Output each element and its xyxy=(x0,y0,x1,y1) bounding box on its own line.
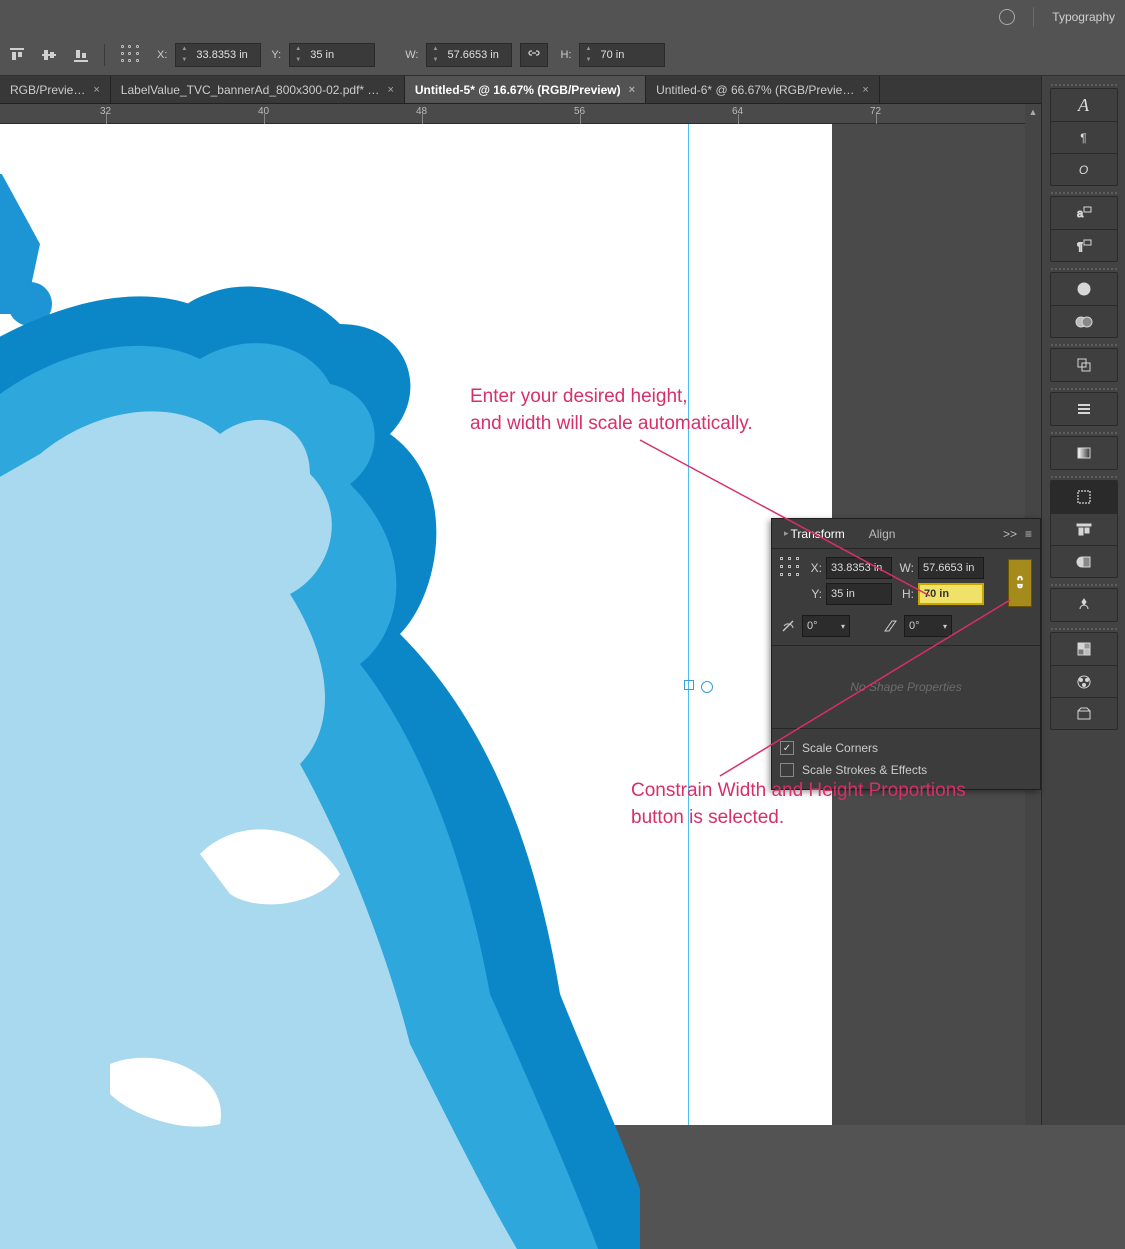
transform-tab[interactable]: ▸Transform xyxy=(772,519,857,548)
character-panel-icon[interactable]: A xyxy=(1051,89,1117,121)
rotate-input[interactable]: 0°▾ xyxy=(802,615,850,637)
shear-input[interactable]: 0°▾ xyxy=(904,615,952,637)
appearance-panel-icon[interactable] xyxy=(1051,273,1117,305)
rotate-icon xyxy=(780,618,796,634)
reference-point-selector[interactable] xyxy=(121,45,141,65)
shear-icon xyxy=(882,618,898,634)
close-icon[interactable]: × xyxy=(93,84,99,96)
align-top-icon[interactable] xyxy=(4,42,30,68)
help-bulb-icon[interactable] xyxy=(999,9,1015,25)
pathfinder-panel-icon[interactable] xyxy=(1051,545,1117,577)
artboard xyxy=(0,124,832,1125)
characterstyles-panel-icon[interactable]: a xyxy=(1051,197,1117,229)
no-shape-properties-label: No Shape Properties xyxy=(780,654,1032,720)
vertical-guide[interactable] xyxy=(688,124,689,1125)
panel-width-input[interactable] xyxy=(918,557,984,579)
constrain-proportions-icon[interactable] xyxy=(1008,559,1032,607)
document-tab-active[interactable]: Untitled-5* @ 16.67% (RGB/Preview)× xyxy=(405,76,646,103)
height-input[interactable]: ▲▼ xyxy=(579,43,665,67)
svg-text:a: a xyxy=(1077,208,1084,220)
align-bottom-icon[interactable] xyxy=(68,42,94,68)
paragraphstyles-panel-icon[interactable]: ¶ xyxy=(1051,229,1117,261)
svg-text:¶: ¶ xyxy=(1077,241,1083,253)
panel-expand-icon[interactable]: >> xyxy=(1003,527,1017,541)
graphicstyles-panel-icon[interactable] xyxy=(1051,305,1117,337)
document-tab[interactable]: LabelValue_TVC_bannerAd_800x300-02.pdf* … xyxy=(111,76,405,103)
document-tab[interactable]: RGB/Previe…× xyxy=(0,76,111,103)
transform-panel-icon[interactable] xyxy=(1051,481,1117,513)
x-position-input[interactable]: ▲▼ xyxy=(175,43,261,67)
layers-panel-icon[interactable] xyxy=(1051,633,1117,665)
close-icon[interactable]: × xyxy=(862,84,868,96)
paragraph-panel-icon[interactable]: ¶ xyxy=(1051,121,1117,153)
y-label: Y: xyxy=(271,49,281,61)
document-tab-bar: RGB/Previe…× LabelValue_TVC_bannerAd_800… xyxy=(0,76,1041,104)
align-middle-icon[interactable] xyxy=(36,42,62,68)
link-wh-icon[interactable] xyxy=(520,43,548,67)
panel-menu-icon[interactable]: ≡ xyxy=(1025,527,1032,541)
align-tab[interactable]: Align xyxy=(857,519,908,548)
libraries-panel-icon[interactable] xyxy=(1051,697,1117,729)
stroke-panel-icon[interactable] xyxy=(1051,393,1117,425)
close-icon[interactable]: × xyxy=(629,84,635,96)
panel-x-input[interactable] xyxy=(826,557,892,579)
workspace-dropdown[interactable]: Typography xyxy=(1052,10,1115,24)
swatches-panel-icon[interactable] xyxy=(1051,665,1117,697)
x-label: X: xyxy=(157,49,167,61)
panel-height-input[interactable] xyxy=(918,583,984,605)
selection-handle[interactable] xyxy=(684,680,694,690)
gradient-panel-icon[interactable] xyxy=(1051,437,1117,469)
w-label: W: xyxy=(405,49,418,61)
close-icon[interactable]: × xyxy=(387,84,393,96)
transform-panel[interactable]: ▸Transform Align >>≡ X: W: Y: H: xyxy=(771,518,1041,790)
artwork-bear xyxy=(0,174,640,1249)
scroll-up-icon[interactable]: ▲ xyxy=(1025,104,1041,120)
reference-point-selector[interactable] xyxy=(780,557,802,579)
symbols-panel-icon[interactable] xyxy=(1051,589,1117,621)
artboards-panel-icon[interactable] xyxy=(1051,349,1117,381)
control-bar: X: ▲▼ Y: ▲▼ W: ▲▼ H: ▲▼ xyxy=(0,34,1125,76)
document-tab[interactable]: Untitled-6* @ 66.67% (RGB/Previe…× xyxy=(646,76,880,103)
align-panel-icon[interactable] xyxy=(1051,513,1117,545)
scale-corners-checkbox[interactable]: ✓Scale Corners xyxy=(780,737,1032,759)
horizontal-ruler[interactable]: 32 40 48 56 64 72 xyxy=(0,104,1041,124)
y-position-input[interactable]: ▲▼ xyxy=(289,43,375,67)
app-menubar: Typography xyxy=(0,0,1125,34)
width-input[interactable]: ▲▼ xyxy=(426,43,512,67)
h-label: H: xyxy=(560,49,571,61)
panel-dock: A ¶ O a ¶ xyxy=(1041,76,1125,1125)
opentype-panel-icon[interactable]: O xyxy=(1051,153,1117,185)
scale-strokes-checkbox[interactable]: Scale Strokes & Effects xyxy=(780,759,1032,781)
panel-y-input[interactable] xyxy=(826,583,892,605)
